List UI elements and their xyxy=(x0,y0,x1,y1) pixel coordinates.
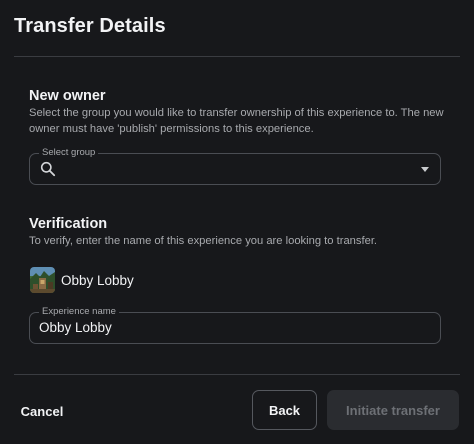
initiate-transfer-button[interactable]: Initiate transfer xyxy=(327,390,459,430)
search-icon xyxy=(40,161,56,177)
new-owner-description: Select the group you would like to trans… xyxy=(29,107,444,135)
experience-name-input[interactable] xyxy=(39,320,419,335)
verification-heading: Verification xyxy=(29,216,108,232)
experience-name: Obby Lobby xyxy=(61,273,134,288)
cancel-button[interactable]: Cancel xyxy=(10,391,74,431)
select-group-dropdown[interactable]: Select group xyxy=(29,146,441,185)
new-owner-heading: New owner xyxy=(29,88,106,104)
experience-name-field[interactable]: Experience name xyxy=(29,305,441,344)
header-divider xyxy=(14,56,460,57)
experience-thumbnail xyxy=(30,267,55,293)
footer-divider xyxy=(14,374,460,375)
dialog-title: Transfer Details xyxy=(14,15,166,37)
select-group-label: Select group xyxy=(39,146,99,160)
experience-name-label: Experience name xyxy=(39,305,119,319)
chevron-down-icon xyxy=(421,167,429,172)
back-button[interactable]: Back xyxy=(252,390,317,430)
verification-description: To verify, enter the name of this experi… xyxy=(29,235,378,247)
transfer-details-dialog: Transfer Details New owner Select the gr… xyxy=(0,0,474,444)
